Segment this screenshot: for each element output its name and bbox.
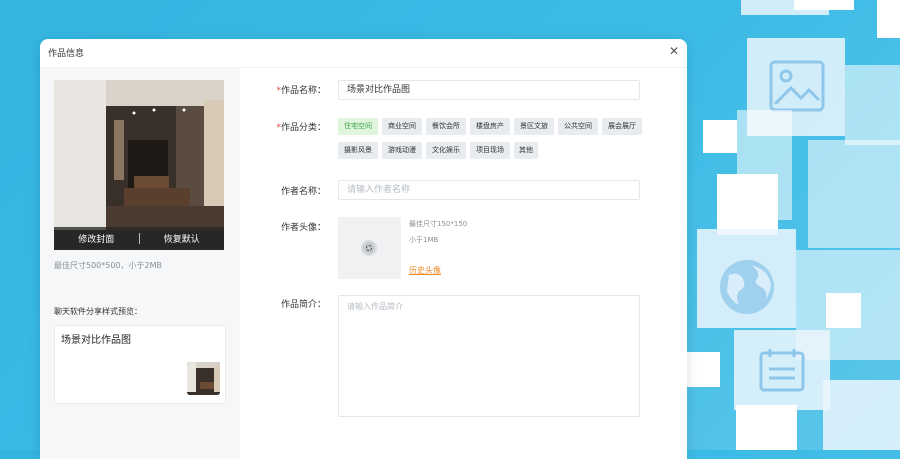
decor-tile [703,120,737,153]
calendar-icon [758,347,806,397]
decor-tile [736,405,797,450]
author-label: 作者名称： [280,187,326,197]
left-panel: 修改封面 恢复默认 最佳尺寸500*500，小于2MB 聊天软件分享样式预览： … [40,68,240,459]
share-preview-title: 场景对比作品图 [61,335,131,346]
category-tag-residential[interactable]: 住宅空间 [338,118,378,135]
decor-tile [877,0,900,38]
avatar-label: 作者头像： [280,223,326,233]
avatar-upload-box[interactable] [338,217,401,279]
intro-label: 作品简介： [280,300,326,310]
avatar-file-hint: 小于1MB [409,236,439,244]
dialog-title: 作品信息 [48,49,85,59]
category-tag-site[interactable]: 项目现场 [470,142,510,159]
category-tag-real-estate[interactable]: 楼盘房产 [470,118,510,135]
category-tag-exhibition[interactable]: 展会展厅 [602,118,642,135]
category-tag-culture[interactable]: 文化娱乐 [426,142,466,159]
decor-tile [845,65,900,145]
author-input[interactable]: 请输入作者名称 [338,180,640,200]
decor-tile [794,0,854,10]
decor-tile [717,174,778,235]
cover-size-hint: 最佳尺寸500*500，小于2MB [54,261,163,270]
share-preview-thumbnail [187,362,220,395]
name-label: *作品名称： [266,83,326,96]
intro-textarea[interactable]: 请输入作品简介 [338,295,640,417]
cover-image: 修改封面 恢复默认 [54,80,224,250]
globe-icon [717,257,777,321]
decor-tile [687,352,720,387]
share-preview-label: 聊天软件分享样式预览： [54,307,142,316]
cover-action-bar: 修改封面 恢复默认 [54,227,224,250]
cover-photo [54,80,224,250]
decor-tile [823,380,900,450]
edit-cover-button[interactable]: 修改封面 [54,232,139,245]
category-label-text: 作品分类： [280,123,326,133]
category-tag-other[interactable]: 其他 [514,142,538,159]
close-icon[interactable]: ✕ [667,44,681,58]
category-tag-dining[interactable]: 餐饮会所 [426,118,466,135]
category-tag-photography[interactable]: 摄影风景 [338,142,378,159]
category-tag-commercial[interactable]: 商业空间 [382,118,422,135]
name-input[interactable]: 场景对比作品图 [338,80,640,100]
work-info-dialog: 作品信息 ✕ 修改封面 恢复默认 最佳尺寸500*500，小于2MB 聊天软件分… [40,39,687,459]
category-tag-games[interactable]: 游戏动漫 [382,142,422,159]
decor-tile [808,140,900,248]
reset-cover-button[interactable]: 恢复默认 [140,232,225,245]
name-label-text: 作品名称： [280,86,326,96]
image-icon [769,60,825,116]
share-preview-card: 场景对比作品图 [54,325,226,404]
upload-icon [361,240,377,256]
dialog-header: 作品信息 ✕ [40,39,687,68]
category-label: *作品分类： [266,120,326,133]
avatar-history-link[interactable]: 历史头像 [409,265,441,276]
category-tag-tourism[interactable]: 景区文旅 [514,118,554,135]
category-tag-public[interactable]: 公共空间 [558,118,598,135]
avatar-size-hint: 最佳尺寸150*150 [409,220,468,228]
